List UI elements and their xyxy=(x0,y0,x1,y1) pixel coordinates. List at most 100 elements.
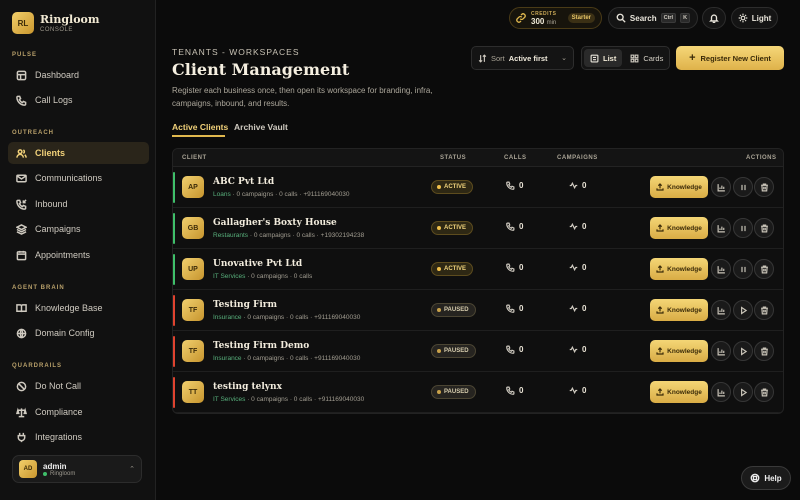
credits-number: 300 xyxy=(531,16,545,26)
register-new-client-button[interactable]: + Register New Client xyxy=(676,46,784,70)
client-name[interactable]: Testing Firm Demo xyxy=(213,341,309,351)
clients-table: CLIENT STATUS CALLS CAMPAIGNS ACTIONS AP… xyxy=(172,148,784,414)
status-dot xyxy=(437,267,441,271)
client-name[interactable]: Testing Firm xyxy=(213,300,277,310)
status-accent-bar xyxy=(173,172,175,203)
phone-icon xyxy=(16,95,27,106)
activity-icon xyxy=(569,181,578,190)
knowledge-button[interactable]: Knowledge xyxy=(650,217,708,239)
sort-icon xyxy=(478,53,487,63)
resume-button[interactable] xyxy=(733,300,753,320)
search-button[interactable]: Search Ctrl K xyxy=(608,7,698,29)
table-row[interactable]: TF Testing Firm Demo Insurance · 0 campaig… xyxy=(173,331,783,372)
analytics-button[interactable] xyxy=(711,341,731,361)
tab-active-clients[interactable]: Active Clients xyxy=(172,122,228,132)
chart-icon xyxy=(717,224,725,232)
client-details: · 0 campaigns · 0 calls · +911169040030 xyxy=(241,355,361,362)
status-accent-bar xyxy=(173,336,175,367)
sidebar-item-communications[interactable]: Communications xyxy=(8,167,149,189)
delete-button[interactable] xyxy=(754,259,774,279)
sidebar-item-inbound[interactable]: Inbound xyxy=(8,193,149,215)
knowledge-button[interactable]: Knowledge xyxy=(650,340,708,362)
delete-button[interactable] xyxy=(754,300,774,320)
sidebar-item-knowledge-base[interactable]: Knowledge Base xyxy=(8,297,149,319)
delete-button[interactable] xyxy=(754,382,774,402)
status-dot xyxy=(437,226,441,230)
notifications-button[interactable] xyxy=(702,7,726,29)
sidebar-item-dashboard[interactable]: Dashboard xyxy=(8,64,149,86)
client-avatar: GB xyxy=(182,217,204,239)
status-badge: PAUSED xyxy=(431,303,476,317)
campaigns-count: 0 xyxy=(569,222,586,231)
pause-button[interactable] xyxy=(733,259,753,279)
campaigns-value: 0 xyxy=(582,304,587,313)
sidebar-item-call-logs[interactable]: Call Logs xyxy=(8,89,149,111)
analytics-button[interactable] xyxy=(711,300,731,320)
home-icon xyxy=(16,70,27,80)
knowledge-button[interactable]: Knowledge xyxy=(650,176,708,198)
client-name[interactable]: Unovative Pvt Ltd xyxy=(213,259,302,269)
sidebar-item-compliance[interactable]: Compliance xyxy=(8,401,149,423)
delete-button[interactable] xyxy=(754,341,774,361)
table-row[interactable]: GB Gallagher's Boxty House Restaurants · 0… xyxy=(173,208,783,249)
analytics-button[interactable] xyxy=(711,177,731,197)
client-industry: IT Services xyxy=(213,396,246,403)
knowledge-label: Knowledge xyxy=(667,347,702,355)
delete-button[interactable] xyxy=(754,218,774,238)
credits-indicator[interactable]: CREDITS 300 min Starter xyxy=(509,7,602,29)
brand-sub: CONSOLE xyxy=(40,26,73,33)
help-button[interactable]: Help xyxy=(741,466,791,490)
credits-value: 300 min xyxy=(531,17,556,26)
brand[interactable]: RL Ringloom CONSOLE xyxy=(12,12,100,34)
pause-icon xyxy=(740,266,746,272)
sidebar-item-integrations[interactable]: Integrations xyxy=(8,426,149,448)
campaigns-count: 0 xyxy=(569,263,586,272)
list-icon xyxy=(590,54,599,62)
tab-archive-vault[interactable]: Archive Vault xyxy=(234,122,288,132)
globe-icon xyxy=(16,328,27,338)
table-row[interactable]: TF Testing Firm Insurance · 0 campaigns · … xyxy=(173,290,783,331)
view-list-button[interactable]: List xyxy=(584,49,623,67)
sidebar-item-campaigns[interactable]: Campaigns xyxy=(8,218,149,240)
status-label: PAUSED xyxy=(444,348,469,354)
credits-unit: min xyxy=(546,19,557,26)
delete-button[interactable] xyxy=(754,177,774,197)
resume-button[interactable] xyxy=(733,382,753,402)
client-avatar: TF xyxy=(182,340,204,362)
sort-dropdown[interactable]: Sort Active first ⌄ xyxy=(471,46,574,70)
table-row[interactable]: UP Unovative Pvt Ltd IT Services · 0 campa… xyxy=(173,249,783,290)
client-name[interactable]: testing telynx xyxy=(213,382,282,392)
client-name[interactable]: ABC Pvt Ltd xyxy=(213,177,274,187)
page-title: Client Management xyxy=(172,60,350,79)
pause-button[interactable] xyxy=(733,177,753,197)
sidebar-item-domain-config[interactable]: Domain Config xyxy=(8,322,149,344)
activity-icon xyxy=(569,222,578,231)
analytics-button[interactable] xyxy=(711,259,731,279)
status-label: PAUSED xyxy=(444,307,469,313)
sun-icon xyxy=(738,13,748,23)
table-row[interactable]: AP ABC Pvt Ltd Loans · 0 campaigns · 0 cal… xyxy=(173,167,783,208)
table-row[interactable]: TT testing telynx IT Services · 0 campaign… xyxy=(173,372,783,413)
view-toggle: List Cards xyxy=(581,46,670,70)
sidebar-item-appointments[interactable]: Appointments xyxy=(8,244,149,266)
knowledge-button[interactable]: Knowledge xyxy=(650,258,708,280)
sidebar-item-clients[interactable]: Clients xyxy=(8,142,149,164)
mail-icon xyxy=(16,174,27,182)
user-menu[interactable]: AD admin Ringloom ⌃ xyxy=(12,455,142,483)
knowledge-button[interactable]: Knowledge xyxy=(650,381,708,403)
sidebar-item-do-not-call[interactable]: Do Not Call xyxy=(8,375,149,397)
status-badge: ACTIVE xyxy=(431,262,474,276)
analytics-button[interactable] xyxy=(711,382,731,402)
chart-icon xyxy=(717,306,725,314)
play-icon xyxy=(740,387,747,397)
analytics-button[interactable] xyxy=(711,218,731,238)
resume-button[interactable] xyxy=(733,341,753,361)
view-cards-button[interactable]: Cards xyxy=(624,49,669,67)
grid-icon xyxy=(630,54,639,62)
client-name[interactable]: Gallagher's Boxty House xyxy=(213,218,337,228)
plus-icon: + xyxy=(689,52,696,64)
activity-icon xyxy=(569,304,578,313)
theme-toggle[interactable]: Light xyxy=(731,7,778,29)
pause-button[interactable] xyxy=(733,218,753,238)
knowledge-button[interactable]: Knowledge xyxy=(650,299,708,321)
